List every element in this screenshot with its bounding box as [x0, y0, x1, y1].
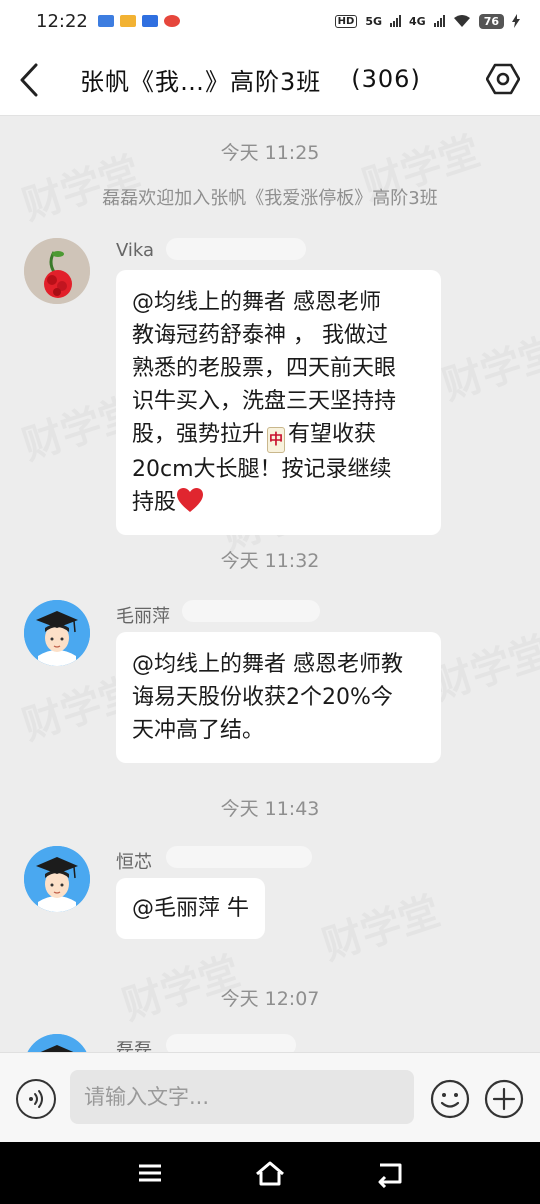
time-separator: 今天 11:43 [220, 798, 320, 820]
menu-lines-icon [139, 1164, 161, 1182]
message-line: @毛丽萍 牛 [132, 896, 249, 921]
group-settings-button[interactable] [485, 62, 521, 96]
sender-name: Vika [116, 240, 155, 261]
message-text: 股，强势拉升 [132, 422, 265, 447]
time-separator: 今天 12:07 [220, 988, 320, 1010]
sender-name: 恒芯 [116, 852, 152, 873]
network-4g-label: 4G [409, 14, 426, 28]
signal-icon [433, 15, 445, 27]
message-line: 20cm大长腿！按记录继续 [132, 457, 392, 482]
sender-name: 毛丽萍 [116, 606, 170, 627]
time-separator: 今天 11:32 [220, 550, 320, 572]
member-count: (306) [351, 65, 421, 93]
graduate-avatar[interactable] [24, 846, 90, 912]
sender-tag-blurred [166, 238, 306, 260]
system-message: 磊磊欢迎加入张帆《我爱涨停板》高阶3班 [102, 188, 438, 209]
message-bubble[interactable]: @均线上的舞者 感恩老师 教诲冠药舒泰神 ， 我做过 熟悉的老股票，四天前天眼 … [116, 270, 441, 535]
wifi-icon [453, 15, 470, 27]
rose-avatar[interactable] [24, 238, 90, 304]
message-bubble[interactable]: @均线上的舞者 感恩老师教 诲易天股份收获2个20%今 天冲高了结。 [116, 632, 441, 763]
chat-message-list[interactable]: 财学堂 财学堂 财学堂 财学堂 财学堂 财学堂 财学堂 财学堂 财学堂 今天 1… [0, 116, 540, 1052]
charging-icon [512, 14, 520, 28]
voice-wave-icon [29, 1090, 43, 1108]
watermark: 财学堂 [424, 619, 540, 711]
message-line: 熟悉的老股票，四天前天眼 [132, 356, 397, 381]
back-nav-button[interactable] [374, 1158, 406, 1189]
message-line: 诲易天股份收获2个20%今 [132, 685, 393, 710]
return-arrow-icon [378, 1163, 402, 1189]
graduate-cap-face-icon [24, 846, 90, 912]
message-input-bar [0, 1052, 540, 1142]
status-bar: 12:22 HD 5G 4G 76 [0, 0, 540, 42]
message-line-with-emoji: 持股 [132, 486, 425, 519]
smiley-icon [430, 1079, 470, 1119]
app-notification-icon [119, 15, 136, 27]
weibo-icon [163, 15, 180, 27]
back-button[interactable] [14, 62, 44, 98]
battery-level: 76 [478, 13, 504, 29]
network-5g-label: 5G [365, 14, 382, 28]
sender-name: 磊磊 [116, 1040, 152, 1052]
app-notification-icon [141, 15, 158, 27]
graduate-cap-face-icon [24, 1034, 90, 1052]
graduate-avatar[interactable] [24, 600, 90, 666]
signal-icon [390, 15, 401, 27]
plus-icon [484, 1079, 524, 1119]
watermark: 财学堂 [434, 319, 540, 411]
message-line: 教诲冠药舒泰神 ， 我做过 [132, 323, 388, 348]
message-text-input[interactable] [70, 1070, 414, 1124]
group-title: 张帆《我…》高阶3班 (306) [80, 42, 421, 116]
chat-header: 张帆《我…》高阶3班 (306) [0, 42, 540, 116]
message-line: @均线上的舞者 感恩老师教 [132, 652, 403, 677]
mahjong-zhong-emoji-icon: 中 [267, 427, 286, 453]
back-arrow-icon [20, 63, 38, 97]
graduate-cap-face-icon [24, 600, 90, 666]
time-separator: 今天 11:25 [220, 142, 320, 164]
more-actions-button[interactable] [484, 1079, 524, 1119]
voice-input-button[interactable] [16, 1079, 56, 1119]
recent-apps-button[interactable] [134, 1158, 166, 1188]
status-time: 12:22 [36, 10, 88, 32]
hd-badge: HD [334, 14, 358, 28]
message-text: 持股 [132, 490, 177, 515]
notification-icons [97, 15, 180, 27]
app-notification-icon [97, 15, 114, 27]
emoji-button[interactable] [430, 1079, 470, 1119]
home-icon [256, 1161, 284, 1186]
message-line: 天冲高了结。 [132, 718, 265, 743]
message-line-with-emoji: 股，强势拉升中有望收获 [132, 418, 425, 453]
message-bubble[interactable]: @毛丽萍 牛 [116, 878, 265, 939]
graduate-avatar[interactable] [24, 1034, 90, 1052]
watermark: 财学堂 [314, 879, 446, 971]
settings-hexagon-icon [485, 63, 521, 95]
message-line: @均线上的舞者 感恩老师 [132, 290, 381, 315]
system-navigation-bar [0, 1142, 540, 1204]
sender-tag-blurred [166, 1034, 296, 1052]
rose-icon [24, 238, 90, 304]
sender-tag-blurred [166, 846, 312, 868]
group-name: 张帆《我…》高阶3班 [80, 67, 322, 96]
message-text: 有望收获 [288, 422, 377, 447]
red-heart-icon [177, 488, 204, 512]
home-button[interactable] [254, 1158, 286, 1188]
status-right: HD 5G 4G 76 [334, 13, 520, 29]
message-line: 识牛买入，洗盘三天坚持持 [132, 389, 397, 414]
sender-tag-blurred [182, 600, 320, 622]
